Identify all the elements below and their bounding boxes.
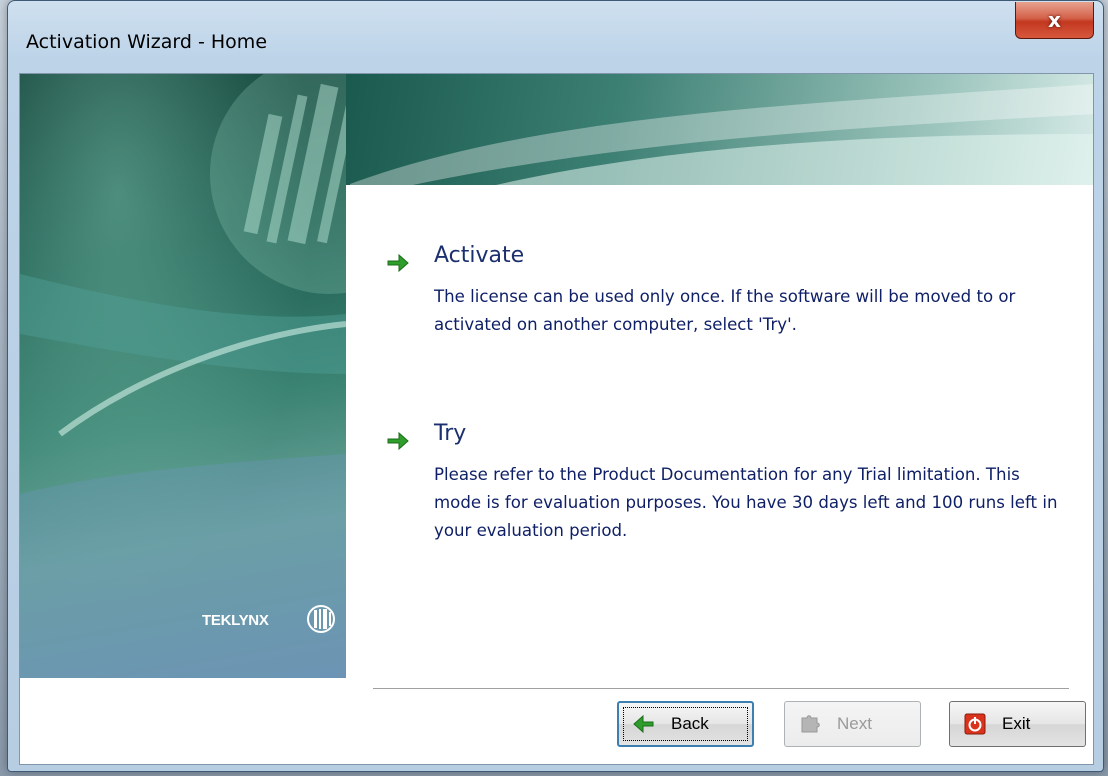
green-arrow-left-icon	[633, 714, 654, 734]
exit-button[interactable]: Exit	[949, 701, 1086, 747]
option-activate-description: The license can be used only once. If th…	[434, 287, 1016, 334]
back-button-label: Back	[671, 714, 709, 733]
decorative-barcode-globe	[20, 74, 346, 678]
footer-separator	[373, 688, 1069, 690]
branding-side-panel: TEKLYNX	[20, 74, 346, 678]
teklynx-logo-icon	[307, 605, 335, 633]
activation-wizard-window: Activation Wizard - Home x TEKLYNX Activ…	[7, 0, 1104, 772]
power-icon	[964, 713, 986, 735]
exit-button-label: Exit	[1002, 714, 1031, 733]
close-button[interactable]: x	[1015, 2, 1094, 39]
window-title: Activation Wizard - Home	[26, 31, 268, 53]
green-arrow-right-icon	[387, 431, 409, 451]
puzzle-icon	[801, 715, 820, 733]
options-panel: Activate The license can be used only on…	[346, 185, 1093, 678]
option-try-description: Please refer to the Product Documentatio…	[434, 465, 1058, 540]
next-button-label: Next	[837, 714, 872, 733]
option-try-heading[interactable]: Try	[434, 421, 466, 446]
green-arrow-right-icon	[387, 253, 409, 273]
title-bar[interactable]: Activation Wizard - Home	[8, 1, 1103, 81]
next-button[interactable]: Next	[784, 701, 921, 747]
teklynx-logo-text: TEKLYNX	[202, 612, 269, 629]
option-activate-heading[interactable]: Activate	[434, 243, 524, 268]
wizard-client-area: TEKLYNX Activate The license can be used…	[19, 73, 1094, 765]
back-button[interactable]: Back	[617, 701, 754, 747]
close-icon: x	[1048, 8, 1061, 32]
